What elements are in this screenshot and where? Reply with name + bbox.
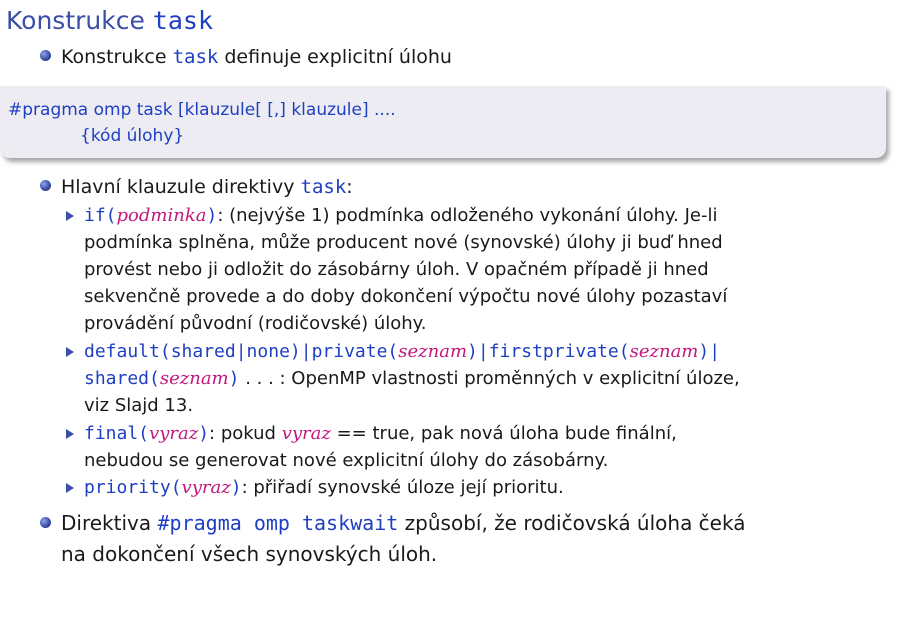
subitem-if: if(podminka): (nejvýše 1) podmínka odlož… bbox=[66, 202, 884, 337]
subitem-if-line: if(podminka): (nejvýše 1) podmínka odlož… bbox=[84, 205, 718, 226]
bullet-taskwait: Direktiva #pragma omp taskwait způsobí, … bbox=[40, 508, 745, 570]
bullet-text: Hlavní klauzule direktivy bbox=[61, 176, 301, 198]
triangle-bullet-icon bbox=[66, 483, 74, 493]
subitem-priority: priority(vyraz): přiřadí synovské úloze … bbox=[66, 474, 884, 501]
slide-title: Konstrukce task bbox=[6, 6, 213, 35]
subitem-final-line: final(vyraz): pokud vyraz == true, pak n… bbox=[84, 423, 677, 444]
slide-title-text: Konstrukce bbox=[6, 6, 153, 35]
bullet-text: způsobí, že rodičovská úloha čeká bbox=[398, 511, 746, 535]
bullet-ball-icon bbox=[40, 50, 51, 61]
subitem-if-line: provádění původní (rodičovské) úlohy. bbox=[84, 313, 427, 334]
bullet-main-clauses: Hlavní klauzule direktivy task: bbox=[40, 173, 353, 201]
subitem-final-line: nebudou se generovat nové explicitní úlo… bbox=[84, 450, 609, 471]
triangle-bullet-icon bbox=[66, 347, 74, 357]
subitem-if-line: podmínka splněna, může producent nové (s… bbox=[84, 232, 723, 253]
bullet-text: : bbox=[346, 176, 353, 198]
subitem-if-line: provést nebo ji odložit do zásobárny úlo… bbox=[84, 259, 709, 280]
subitem-final: final(vyraz): pokud vyraz == true, pak n… bbox=[66, 420, 884, 474]
inline-code: task bbox=[300, 176, 347, 198]
code-line-2: {kód úlohy} bbox=[80, 126, 185, 146]
triangle-bullet-icon bbox=[66, 429, 74, 439]
bullet-text: na dokončení všech synovských úloh. bbox=[61, 542, 438, 566]
bullet-text: Konstrukce bbox=[61, 46, 173, 68]
slide-title-code: task bbox=[152, 6, 214, 35]
inline-code: #pragma omp taskwait bbox=[157, 511, 399, 535]
triangle-bullet-icon bbox=[66, 211, 74, 221]
bullet-text: Direktiva bbox=[61, 511, 158, 535]
subitem-default: default(shared|none)|private(seznam)|fir… bbox=[66, 338, 884, 419]
code-block: #pragma omp task [klauzule[ [,] klauzule… bbox=[0, 86, 886, 158]
subitem-default-line: default(shared|none)|private(seznam)|fir… bbox=[84, 341, 721, 362]
bullet-ball-icon bbox=[40, 180, 51, 191]
subitem-default-line: shared(seznam) . . . : OpenMP vlastnosti… bbox=[84, 368, 740, 389]
subitem-priority-line: priority(vyraz): přiřadí synovské úloze … bbox=[84, 477, 564, 498]
bullet-task-definition: Konstrukce task definuje explicitní úloh… bbox=[40, 43, 452, 71]
subitem-if-line: sekvenčně provede a do doby dokončení vý… bbox=[84, 286, 728, 307]
bullet-text: definuje explicitní úlohu bbox=[218, 46, 452, 68]
inline-code: task bbox=[172, 46, 219, 68]
subitem-default-line: viz Slajd 13. bbox=[84, 395, 194, 416]
bullet-ball-icon bbox=[40, 517, 51, 528]
code-line-1: #pragma omp task [klauzule[ [,] klauzule… bbox=[8, 100, 396, 120]
